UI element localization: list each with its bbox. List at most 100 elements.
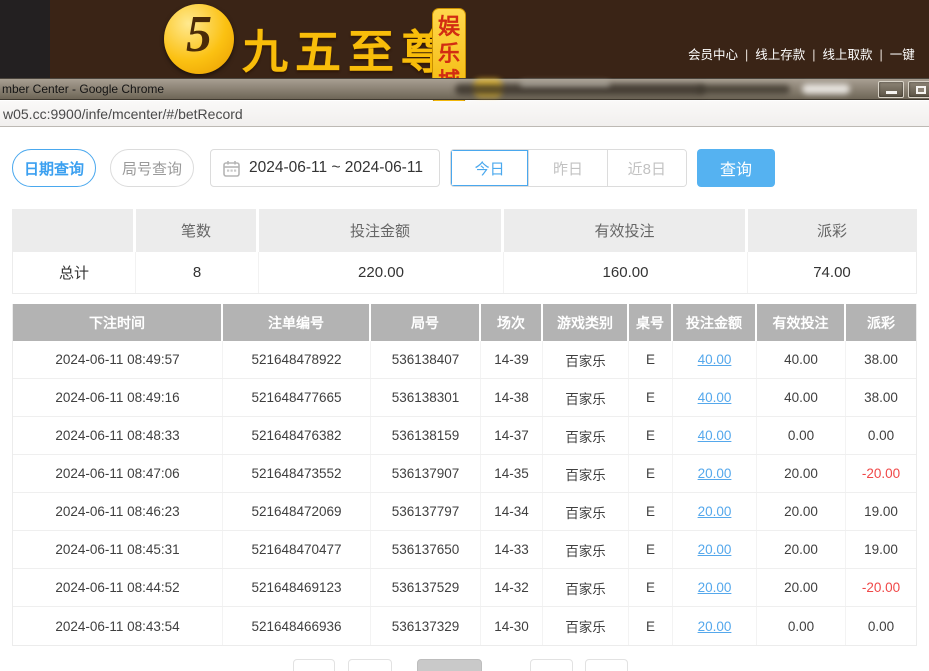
summary-valid-value: 160.00 xyxy=(504,252,748,293)
cell-table_no: E xyxy=(629,379,673,416)
nav-link[interactable]: 会员中心 xyxy=(688,48,738,62)
summary-total-label: 总计 xyxy=(13,252,136,293)
header-session: 场次 xyxy=(481,304,543,341)
cell-session: 14-33 xyxy=(481,531,543,568)
cell-game: 百家乐 xyxy=(543,417,629,454)
cell-game: 百家乐 xyxy=(543,341,629,378)
cell-table_no: E xyxy=(629,455,673,492)
window-titlebar[interactable]: mber Center - Google Chrome xyxy=(0,78,929,100)
cell-game: 百家乐 xyxy=(543,569,629,606)
url-bar[interactable]: w05.cc:9900/infe/mcenter/#/betRecord xyxy=(0,101,929,127)
header-order: 注单编号 xyxy=(223,304,371,341)
cell-bet: 40.00 xyxy=(673,417,757,454)
table-row: 2024-06-11 08:43:54521648466936536137329… xyxy=(13,607,916,645)
cell-valid: 20.00 xyxy=(757,531,846,568)
bet-amount-link[interactable]: 20.00 xyxy=(698,466,732,481)
cell-valid: 40.00 xyxy=(757,341,846,378)
nav-separator: | xyxy=(745,48,748,62)
bet-amount-link[interactable]: 20.00 xyxy=(698,542,732,557)
quick-range-button[interactable]: 昨日 xyxy=(529,150,607,186)
maximize-button[interactable] xyxy=(908,81,929,98)
cell-time: 2024-06-11 08:48:33 xyxy=(13,417,223,454)
table-row: 2024-06-11 08:46:23521648472069536137797… xyxy=(13,493,916,531)
bet-table-body: 2024-06-11 08:49:57521648478922536138407… xyxy=(13,341,916,645)
cell-round: 536137650 xyxy=(371,531,481,568)
quick-range-group: 今日昨日近8日 xyxy=(450,149,687,187)
nav-separator: | xyxy=(880,48,883,62)
bet-amount-link[interactable]: 20.00 xyxy=(698,504,732,519)
summary-header-row: 笔数 投注金额 有效投注 派彩 xyxy=(13,209,916,252)
date-query-tab[interactable]: 日期查询 xyxy=(12,149,96,187)
cell-order: 521648470477 xyxy=(223,531,371,568)
cell-payout: 19.00 xyxy=(846,531,916,568)
cell-table_no: E xyxy=(629,341,673,378)
header-payout: 派彩 xyxy=(846,304,916,341)
nav-link[interactable]: 一键 xyxy=(890,48,915,62)
cell-session: 14-34 xyxy=(481,493,543,530)
cell-round: 536137907 xyxy=(371,455,481,492)
cell-order: 521648469123 xyxy=(223,569,371,606)
bet-amount-link[interactable]: 40.00 xyxy=(698,428,732,443)
summary-header-payout: 派彩 xyxy=(748,209,916,252)
round-query-tab[interactable]: 局号查询 xyxy=(110,149,194,187)
summary-payout-value: 74.00 xyxy=(748,252,916,293)
nav-link[interactable]: 线上存款 xyxy=(755,48,805,62)
cell-valid: 20.00 xyxy=(757,455,846,492)
cell-bet: 20.00 xyxy=(673,493,757,530)
quick-range-button[interactable]: 近8日 xyxy=(608,150,686,186)
bet-amount-link[interactable]: 20.00 xyxy=(698,619,732,634)
cell-payout: 19.00 xyxy=(846,493,916,530)
quick-range-button[interactable]: 今日 xyxy=(451,150,529,186)
cell-order: 521648472069 xyxy=(223,493,371,530)
nav-link[interactable]: 线上取款 xyxy=(823,48,873,62)
bet-amount-link[interactable]: 40.00 xyxy=(698,352,732,367)
cell-bet: 20.00 xyxy=(673,607,757,645)
cell-game: 百家乐 xyxy=(543,379,629,416)
summary-table: 笔数 投注金额 有效投注 派彩 总计 8 220.00 160.00 74.00 xyxy=(12,209,917,294)
table-row: 2024-06-11 08:47:06521648473552536137907… xyxy=(13,455,916,493)
maximize-icon xyxy=(916,86,926,94)
table-row: 2024-06-11 08:49:57521648478922536138407… xyxy=(13,341,916,379)
cell-order: 521648477665 xyxy=(223,379,371,416)
cell-valid: 40.00 xyxy=(757,379,846,416)
date-range-input[interactable]: 2024-06-11 ~ 2024-06-11 xyxy=(210,149,440,187)
redacted-text xyxy=(698,85,790,94)
casino-banner: 5 九五至尊 娱乐城 会员中心|线上存款|线上取款|一键 xyxy=(0,0,929,78)
badge-char: 娱 xyxy=(438,13,460,40)
search-button[interactable]: 查询 xyxy=(697,149,775,187)
chrome-popup-window: mber Center - Google Chrome w05.cc:9900/… xyxy=(0,78,929,671)
header-round: 局号 xyxy=(371,304,481,341)
pagination-current-page[interactable] xyxy=(417,659,482,671)
logo-number: 5 xyxy=(164,5,234,64)
pagination-next-button[interactable] xyxy=(530,659,573,671)
cell-round: 536138301 xyxy=(371,379,481,416)
bet-amount-link[interactable]: 20.00 xyxy=(698,580,732,595)
cell-game: 百家乐 xyxy=(543,493,629,530)
pagination-prev-button[interactable] xyxy=(348,659,392,671)
pagination-last-button[interactable] xyxy=(585,659,628,671)
pagination-first-button[interactable] xyxy=(293,659,335,671)
cell-game: 百家乐 xyxy=(543,531,629,568)
date-range-value: 2024-06-11 ~ 2024-06-11 xyxy=(249,159,423,177)
cell-time: 2024-06-11 08:45:31 xyxy=(13,531,223,568)
cell-order: 521648476382 xyxy=(223,417,371,454)
banner-left-strip xyxy=(0,0,50,78)
table-row: 2024-06-11 08:49:16521648477665536138301… xyxy=(13,379,916,417)
summary-header-valid: 有效投注 xyxy=(504,209,748,252)
window-title: mber Center - Google Chrome xyxy=(2,82,164,96)
cell-time: 2024-06-11 08:46:23 xyxy=(13,493,223,530)
bet-amount-link[interactable]: 40.00 xyxy=(698,390,732,405)
summary-count-value: 8 xyxy=(136,252,259,293)
cell-valid: 0.00 xyxy=(757,417,846,454)
summary-header-count: 笔数 xyxy=(136,209,259,252)
cell-order: 521648478922 xyxy=(223,341,371,378)
minimize-button[interactable] xyxy=(878,81,904,98)
cell-table_no: E xyxy=(629,531,673,568)
table-header-row: 下注时间 注单编号 局号 场次 游戏类别 桌号 投注金额 有效投注 派彩 xyxy=(13,304,916,341)
header-game: 游戏类别 xyxy=(543,304,629,341)
cell-time: 2024-06-11 08:49:16 xyxy=(13,379,223,416)
redacted-text xyxy=(802,84,850,94)
cell-round: 536138159 xyxy=(371,417,481,454)
cell-payout: -20.00 xyxy=(846,455,916,492)
header-table: 桌号 xyxy=(629,304,673,341)
